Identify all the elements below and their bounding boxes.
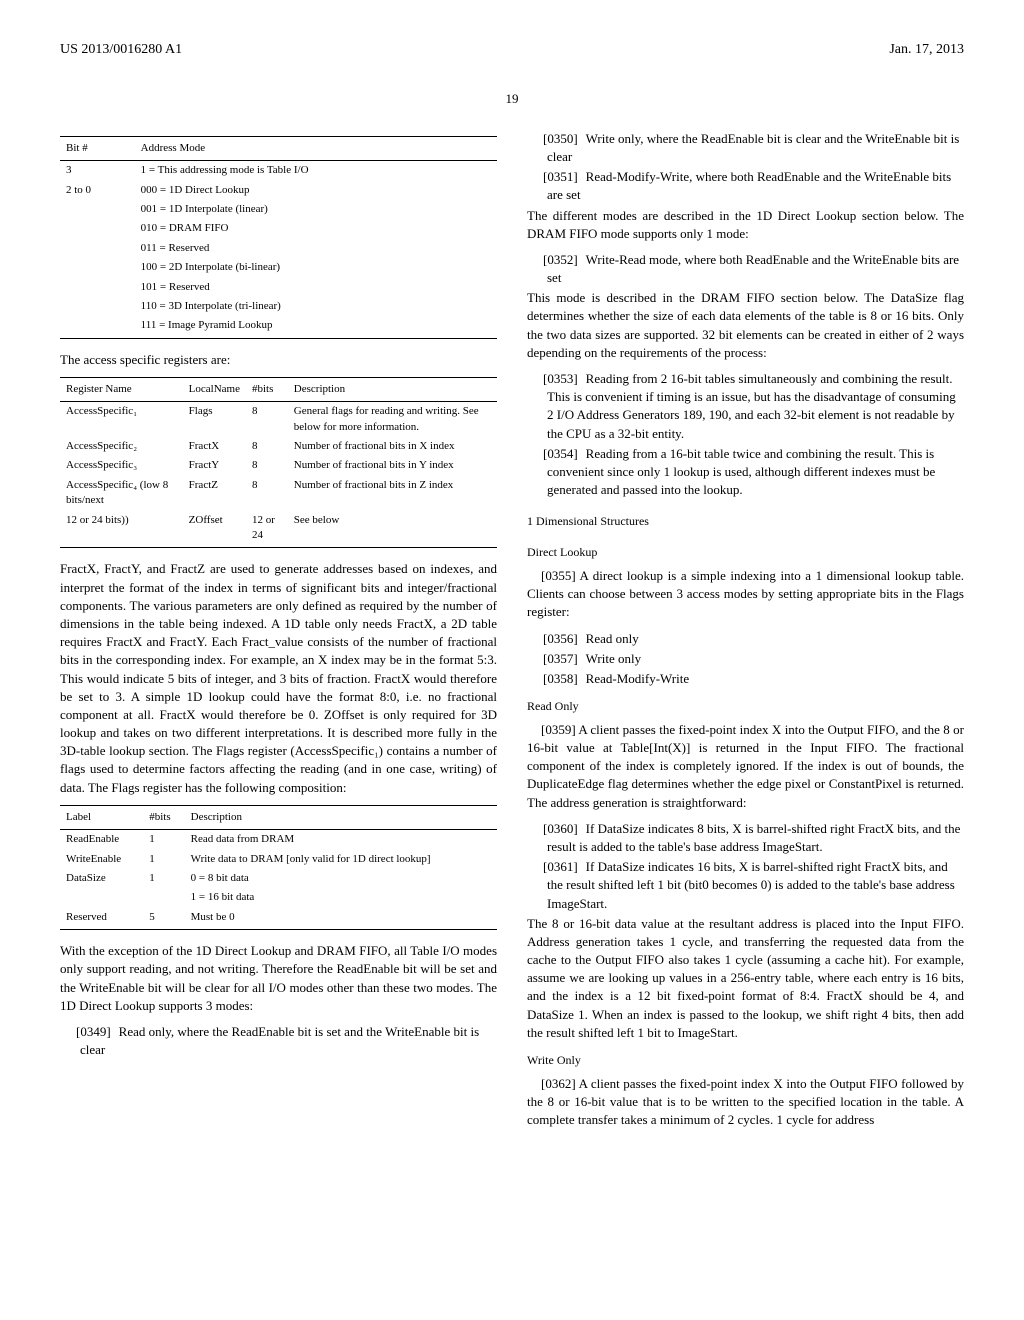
flags-table: Label #bits Description ReadEnable1Read …	[60, 805, 497, 930]
page-header: US 2013/0016280 A1 Jan. 17, 2013	[60, 40, 964, 60]
para-lookup-modes: With the exception of the 1D Direct Look…	[60, 942, 497, 1015]
heading-write-only: Write Only	[527, 1052, 964, 1069]
item-0356: [0356]Read only	[547, 630, 964, 648]
heading-1d-structures: 1 Dimensional Structures	[527, 513, 964, 530]
item-0358: [0358]Read-Modify-Write	[547, 670, 964, 688]
item-0359: [0359] A client passes the fixed-point i…	[527, 721, 964, 812]
item-0352: [0352]Write-Read mode, where both ReadEn…	[547, 251, 964, 287]
table-header: Address Mode	[135, 136, 497, 160]
para-access-registers: The access specific registers are:	[60, 351, 497, 369]
bit-address-table: Bit # Address Mode 31 = This addressing …	[60, 136, 497, 339]
item-number: [0349]	[76, 1024, 111, 1039]
page-number: 19	[60, 90, 964, 108]
item-0349: [0349]Read only, where the ReadEnable bi…	[80, 1023, 497, 1059]
item-0354: [0354]Reading from a 16-bit table twice …	[547, 445, 964, 500]
para-fract: FractX, FractY, and FractZ are used to g…	[60, 560, 497, 796]
item-text: Read only, where the ReadEnable bit is s…	[80, 1024, 479, 1057]
item-0361: [0361]If DataSize indicates 16 bits, X i…	[547, 858, 964, 913]
doc-id: US 2013/0016280 A1	[60, 40, 182, 60]
item-0360: [0360]If DataSize indicates 8 bits, X is…	[547, 820, 964, 856]
item-0355: [0355] A direct lookup is a simple index…	[527, 567, 964, 622]
item-0353: [0353]Reading from 2 16-bit tables simul…	[547, 370, 964, 443]
register-table: Register Name LocalName #bits Descriptio…	[60, 377, 497, 549]
item-0357: [0357]Write only	[547, 650, 964, 668]
para-address-gen: The 8 or 16-bit data value at the result…	[527, 915, 964, 1042]
table-header: Bit #	[60, 136, 135, 160]
left-column: Bit # Address Mode 31 = This addressing …	[60, 128, 497, 1138]
doc-date: Jan. 17, 2013	[889, 40, 964, 60]
para-modes: The different modes are described in the…	[527, 207, 964, 243]
item-0362: [0362] A client passes the fixed-point i…	[527, 1075, 964, 1130]
item-0351: [0351]Read-Modify-Write, where both Read…	[547, 168, 964, 204]
heading-read-only: Read Only	[527, 698, 964, 715]
right-column: [0350]Write only, where the ReadEnable b…	[527, 128, 964, 1138]
para-datasize: This mode is described in the DRAM FIFO …	[527, 289, 964, 362]
heading-direct-lookup: Direct Lookup	[527, 544, 964, 561]
item-0350: [0350]Write only, where the ReadEnable b…	[547, 130, 964, 166]
content-columns: Bit # Address Mode 31 = This addressing …	[60, 128, 964, 1138]
